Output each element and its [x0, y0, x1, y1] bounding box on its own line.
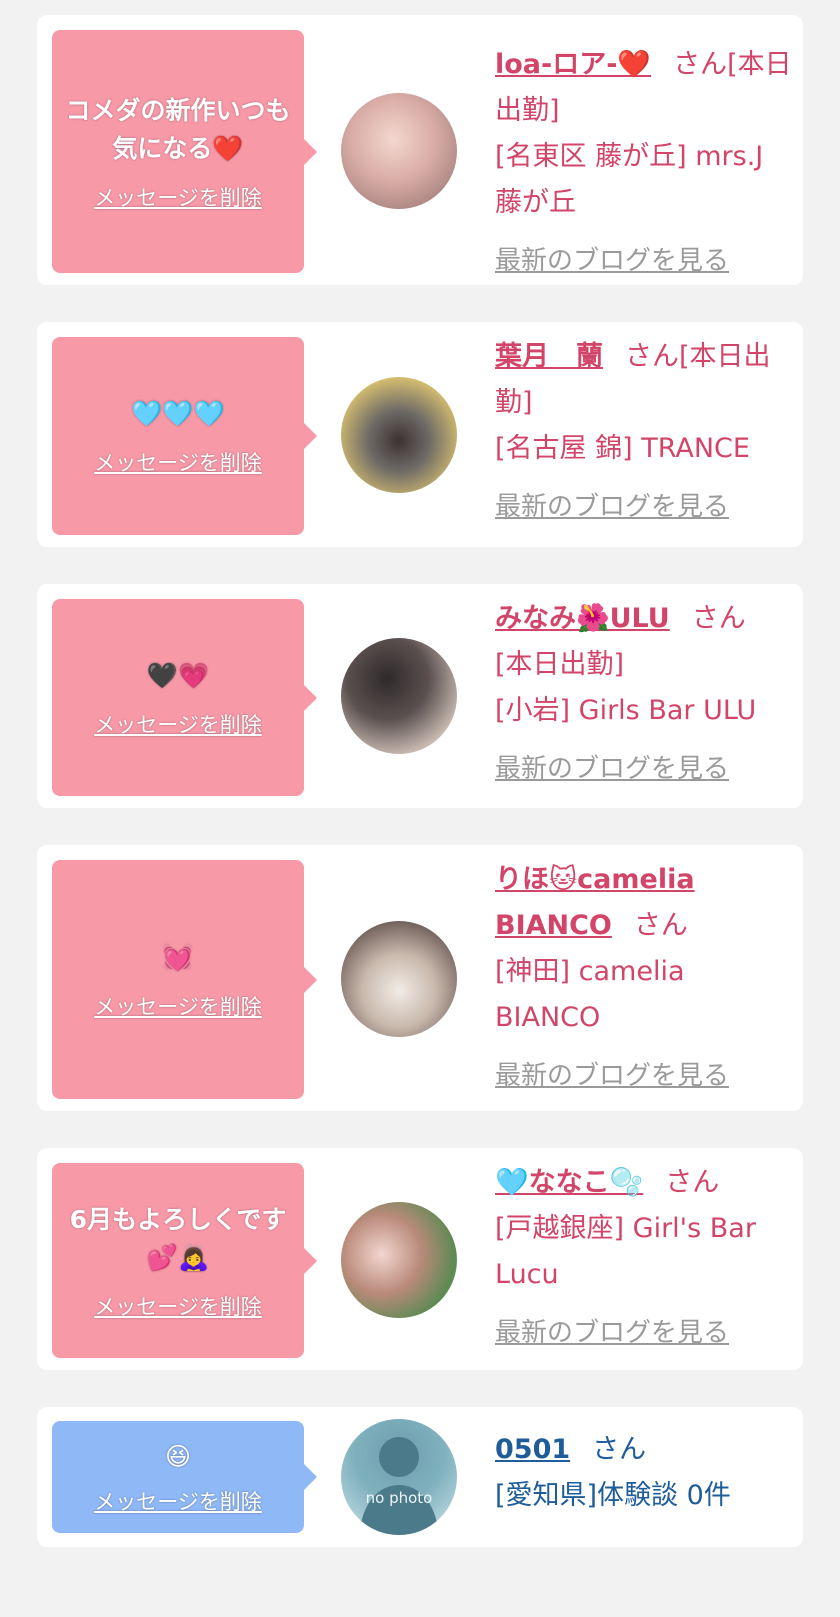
honorific: さん: [592, 1434, 647, 1465]
message-card: 🩵🩵🩵 メッセージを削除 葉月 蘭さん[本日出勤] [名古屋 錦] TRANCE…: [37, 322, 803, 547]
message-text: コメダの新作いつも気になる❤️: [65, 95, 291, 163]
sender-name-link[interactable]: 0501: [495, 1434, 570, 1465]
delete-message-link[interactable]: メッセージを削除: [94, 709, 262, 739]
sender-name-link[interactable]: みなみ🌺ULU: [495, 603, 670, 634]
honorific: さん: [691, 603, 746, 634]
delete-message-link[interactable]: メッセージを削除: [94, 1486, 262, 1516]
sender-name-link[interactable]: loa-ロア-❤️: [495, 49, 651, 80]
sender-name-link[interactable]: 🩵ななこ🫧: [495, 1167, 643, 1198]
honorific: さん: [633, 910, 688, 941]
no-photo-avatar[interactable]: no photo: [341, 1419, 457, 1535]
message-card: コメダの新作いつも気になる❤️ メッセージを削除 loa-ロア-❤️ さん[本日出…: [37, 15, 803, 285]
sender-info: 🩵ななこ🫧 さん [戸越銀座] Girl's Bar Lucu 最新のブログを見る: [495, 1160, 795, 1356]
avatar[interactable]: [341, 638, 457, 754]
no-photo-label: no photo: [365, 1489, 433, 1507]
message-bubble: コメダの新作いつも気になる❤️ メッセージを削除: [52, 30, 317, 273]
delete-message-link[interactable]: メッセージを削除: [94, 182, 262, 212]
avatar[interactable]: [341, 377, 457, 493]
avatar[interactable]: [341, 1202, 457, 1318]
honorific: さん: [673, 49, 728, 80]
honorific: さん: [665, 1167, 720, 1198]
message-text: 6月もよろしくです💕🙇‍♀️: [69, 1204, 287, 1272]
message-card: 🖤💗 メッセージを削除 みなみ🌺ULU さん [本日出勤] [小岩] Girls …: [37, 584, 803, 808]
shop-text: [名古屋 錦] TRANCE: [495, 433, 750, 464]
message-card: 6月もよろしくです💕🙇‍♀️ メッセージを削除 🩵ななこ🫧 さん [戸越銀座] G…: [37, 1148, 803, 1370]
message-text: 🖤💗: [146, 660, 210, 690]
person-silhouette-icon: [359, 1437, 439, 1535]
delete-message-link[interactable]: メッセージを削除: [94, 991, 262, 1021]
sender-info: りほ🐱camelia BIANCO さん [神田] camelia BIANCO …: [495, 857, 795, 1099]
shop-text: [愛知県]体験談 0件: [495, 1480, 731, 1511]
message-text: 🩵🩵🩵: [131, 399, 225, 428]
message-bubble: 🖤💗 メッセージを削除: [52, 599, 317, 796]
latest-blog-link[interactable]: 最新のブログを見る: [495, 1310, 795, 1356]
message-bubble: 6月もよろしくです💕🙇‍♀️ メッセージを削除: [52, 1163, 317, 1358]
avatar[interactable]: [341, 921, 457, 1037]
honorific: さん: [625, 341, 679, 372]
shop-text: [小岩] Girls Bar ULU: [495, 695, 757, 726]
latest-blog-link[interactable]: 最新のブログを見る: [495, 746, 795, 792]
sender-info: loa-ロア-❤️ さん[本日出勤] [名東区 藤が丘] mrs.J 藤が丘 最新…: [495, 42, 795, 284]
message-card: 😆 メッセージを削除 no photo 0501 さん [愛知県]体験談 0件: [37, 1407, 803, 1547]
latest-blog-link[interactable]: 最新のブログを見る: [495, 484, 795, 530]
latest-blog-link[interactable]: 最新のブログを見る: [495, 1053, 795, 1099]
message-bubble: 💓 メッセージを削除: [52, 860, 317, 1099]
sender-info: 0501 さん [愛知県]体験談 0件: [495, 1427, 795, 1519]
shop-text: [戸越銀座] Girl's Bar Lucu: [495, 1213, 756, 1290]
delete-message-link[interactable]: メッセージを削除: [94, 447, 262, 477]
sender-name-link[interactable]: 葉月 蘭: [495, 341, 603, 372]
message-bubble: 🩵🩵🩵 メッセージを削除: [52, 337, 317, 535]
sender-info: 葉月 蘭さん[本日出勤] [名古屋 錦] TRANCE 最新のブログを見る: [495, 334, 795, 530]
message-bubble: 😆 メッセージを削除: [52, 1421, 317, 1533]
message-text: 💓: [162, 942, 194, 972]
latest-blog-link[interactable]: 最新のブログを見る: [495, 238, 795, 284]
status-text: [本日出勤]: [495, 649, 625, 680]
message-text: 😆: [164, 1442, 192, 1471]
sender-info: みなみ🌺ULU さん [本日出勤] [小岩] Girls Bar ULU 最新のブ…: [495, 596, 795, 792]
avatar[interactable]: [341, 93, 457, 209]
shop-text: [名東区 藤が丘] mrs.J 藤が丘: [495, 141, 764, 218]
shop-text: [神田] camelia BIANCO: [495, 956, 685, 1033]
message-card: 💓 メッセージを削除 りほ🐱camelia BIANCO さん [神田] came…: [37, 845, 803, 1111]
delete-message-link[interactable]: メッセージを削除: [94, 1291, 262, 1321]
